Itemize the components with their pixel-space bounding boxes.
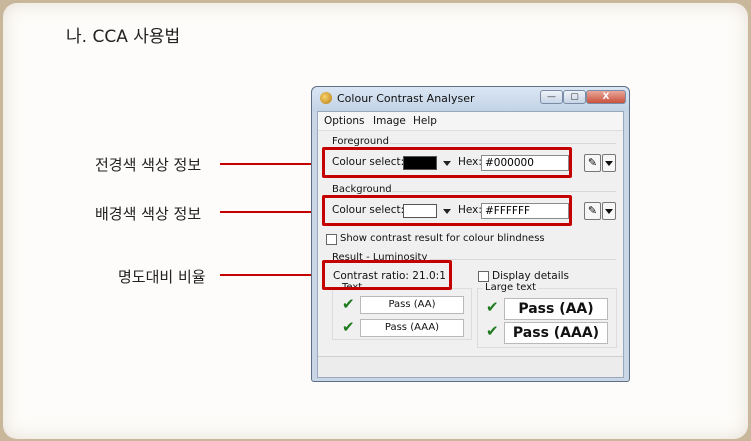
background-group-line <box>392 191 616 192</box>
callout-contrast-label: 명도대비 비율 <box>118 268 206 286</box>
background-group-label: Background <box>332 184 392 195</box>
app-icon <box>320 92 332 104</box>
callout-background-label: 배경색 색상 정보 <box>95 205 202 223</box>
foreground-group-label: Foreground <box>332 136 389 147</box>
foreground-highlight-box <box>322 147 572 178</box>
large-aaa-checkmark-icon: ✔ <box>486 322 499 340</box>
background-eyedropper-icon[interactable]: ✎ <box>584 202 601 220</box>
menubar: Options Image Help <box>318 112 623 131</box>
callout-background-line <box>220 211 322 213</box>
maximize-button[interactable]: ▢ <box>563 90 586 104</box>
text-aaa-result: Pass (AAA) <box>360 319 464 337</box>
cca-window: Colour Contrast Analyser — ▢ X Options I… <box>311 86 630 382</box>
text-aa-result: Pass (AA) <box>360 296 464 314</box>
window-title: Colour Contrast Analyser <box>337 92 475 105</box>
large-aa-checkmark-icon: ✔ <box>486 298 499 316</box>
colour-blindness-label: Show contrast result for colour blindnes… <box>340 233 545 244</box>
background-options-button[interactable] <box>602 202 616 220</box>
colour-blindness-checkbox[interactable] <box>326 234 337 245</box>
foreground-group-line <box>390 143 616 144</box>
status-bar <box>318 356 623 377</box>
close-button[interactable]: X <box>586 90 626 104</box>
menu-help[interactable]: Help <box>413 115 437 127</box>
menu-options[interactable]: Options <box>324 115 365 127</box>
window-titlebar[interactable]: Colour Contrast Analyser — ▢ X <box>312 87 629 111</box>
display-details-label: Display details <box>492 270 570 282</box>
background-highlight-box <box>322 195 572 226</box>
callout-foreground-line <box>220 163 322 165</box>
large-aa-result: Pass (AA) <box>504 298 608 320</box>
foreground-eyedropper-icon[interactable]: ✎ <box>584 154 601 172</box>
result-group-line <box>430 259 616 260</box>
text-aa-checkmark-icon: ✔ <box>342 295 355 313</box>
callout-contrast-line <box>220 274 322 276</box>
contrast-highlight-box <box>322 260 452 290</box>
minimize-button[interactable]: — <box>540 90 563 104</box>
large-text-result-label: Large text <box>483 282 539 293</box>
slide-title: 나. CCA 사용법 <box>66 27 181 47</box>
display-details-checkbox[interactable] <box>478 271 489 282</box>
large-aaa-result: Pass (AAA) <box>504 322 608 344</box>
menu-image[interactable]: Image <box>373 115 406 127</box>
callout-foreground-label: 전경색 색상 정보 <box>95 156 202 174</box>
foreground-options-button[interactable] <box>602 154 616 172</box>
text-aaa-checkmark-icon: ✔ <box>342 318 355 336</box>
